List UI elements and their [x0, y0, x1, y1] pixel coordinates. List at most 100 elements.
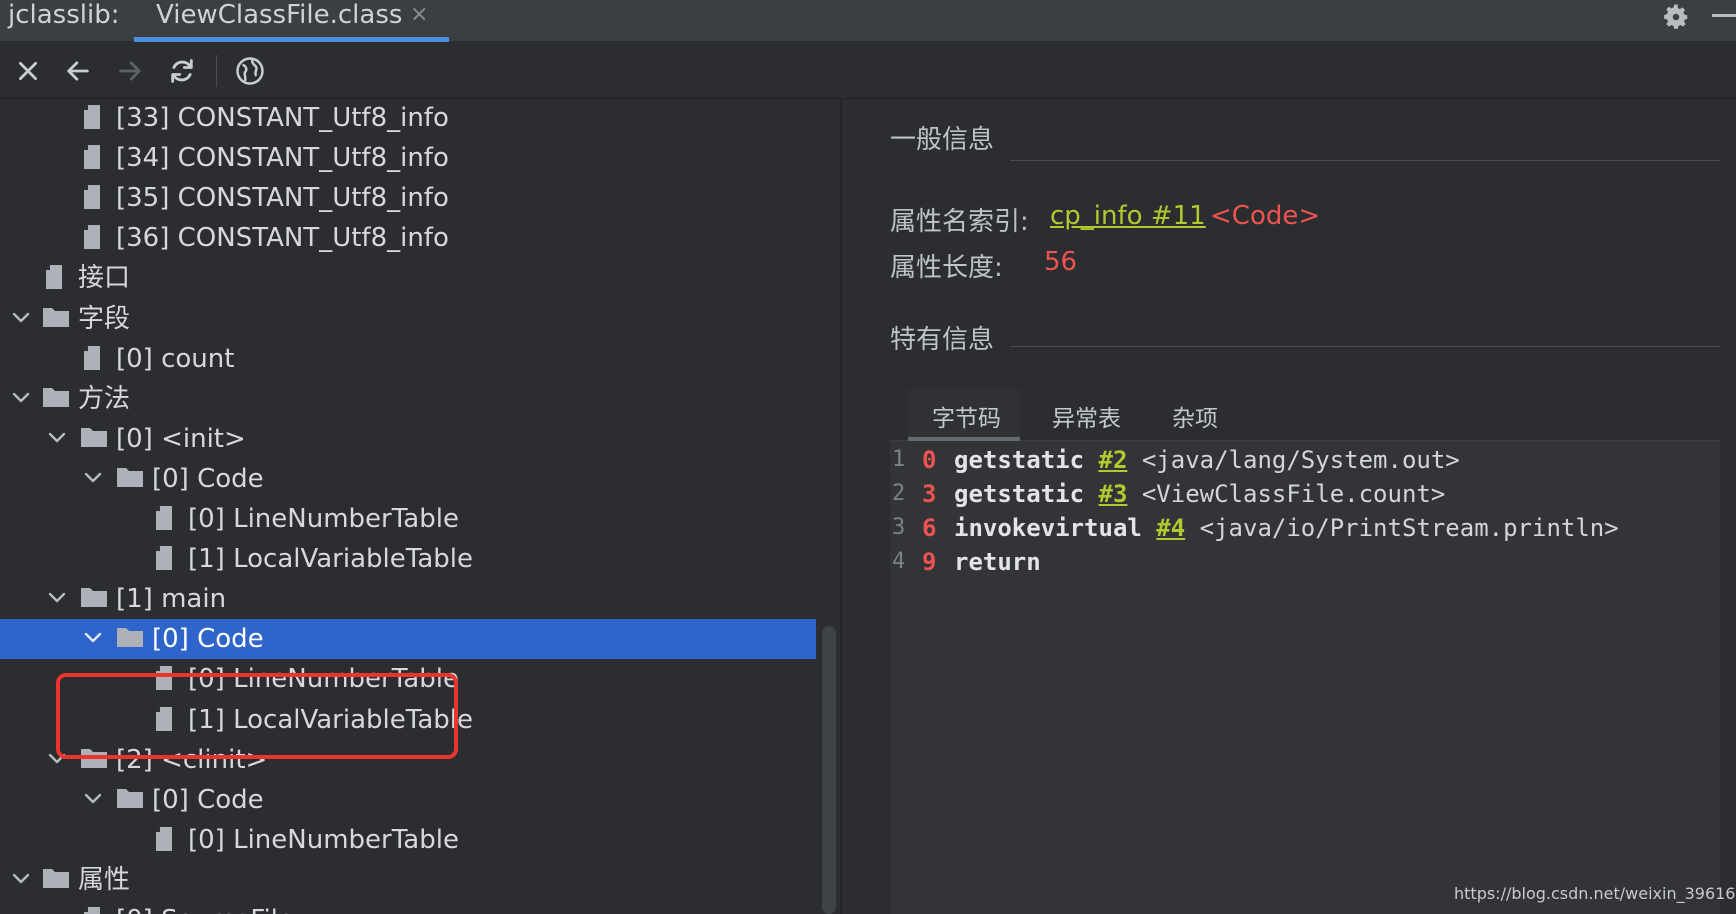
chevron-down-icon[interactable] [82, 627, 104, 649]
close-button[interactable] [10, 53, 46, 89]
tree-row[interactable]: [0] <init> [0, 419, 816, 459]
close-icon [19, 62, 37, 80]
minimize-icon[interactable] [1712, 14, 1736, 17]
attr-length-value: 56 [1044, 247, 1078, 277]
line-number: 2 [892, 481, 906, 506]
constant-pool-ref-link[interactable]: #2 [1099, 446, 1128, 474]
tree-item-label: [36] CONSTANT_Utf8_info [116, 223, 449, 254]
tree-row-selected[interactable]: [0] Code [0, 619, 816, 660]
folder-icon [116, 786, 144, 812]
tree-row[interactable]: [0] count [0, 339, 816, 379]
bytecode-instruction: getstatic #3 <ViewClassFile.count> [954, 477, 1445, 511]
folder-icon [116, 465, 144, 491]
tab-active-indicator [134, 37, 449, 42]
opcode: return [954, 548, 1041, 576]
chevron-down-icon[interactable] [82, 467, 104, 489]
tree-row[interactable]: [36] CONSTANT_Utf8_info [0, 218, 816, 258]
tab-bytecode[interactable]: 字节码 [932, 399, 1001, 433]
arrow-left-icon [67, 61, 89, 81]
constant-pool-ref-link[interactable]: #4 [1156, 514, 1185, 542]
arrow-right-icon [119, 61, 141, 81]
opcode: getstatic [954, 446, 1085, 474]
tree-row[interactable]: [0] LineNumberTable [0, 820, 816, 860]
bytecode-offset: 3 [922, 480, 937, 508]
tree-row[interactable]: 字段 [0, 299, 816, 339]
tab-viewclassfile[interactable]: ViewClassFile.class × [134, 0, 449, 42]
chevron-down-icon[interactable] [46, 587, 68, 609]
constant-pool-ref-link[interactable]: #3 [1099, 480, 1128, 508]
chevron-down-icon[interactable] [10, 868, 32, 890]
specific-info-title: 特有信息 [890, 325, 995, 355]
gear-icon[interactable] [1661, 2, 1691, 32]
file-icon [80, 345, 108, 371]
tree-row[interactable]: [1] main [0, 579, 816, 619]
bytecode-line: 4 9 return [890, 545, 1720, 579]
tree-item-label: 接口 [78, 263, 131, 294]
file-icon [42, 264, 70, 290]
attr-name-index-link[interactable]: cp_info #11 [1050, 201, 1206, 231]
tree-row[interactable]: [0] SourceFile [0, 900, 816, 914]
back-button[interactable] [60, 53, 96, 89]
file-icon [80, 104, 108, 130]
highlight-annotation-box [56, 673, 458, 759]
globe-icon [236, 57, 264, 85]
tree-item-label: [0] Code [152, 463, 264, 494]
tree-item-label: [33] CONSTANT_Utf8_info [116, 103, 449, 133]
tab-misc[interactable]: 杂项 [1172, 399, 1218, 433]
tree-item-label: [1] LocalVariableTable [188, 544, 473, 575]
refresh-button[interactable] [164, 53, 200, 89]
tree-row[interactable]: 方法 [0, 379, 816, 419]
folder-icon [42, 305, 70, 331]
tree-row[interactable]: 属性 [0, 860, 816, 900]
tree-item-label: [0] SourceFile [116, 900, 294, 914]
watermark: https://blog.csdn.net/weixin_39616159 [1454, 884, 1736, 903]
tree-scrollbar[interactable] [822, 626, 836, 914]
file-icon [152, 826, 180, 852]
tree-item-label: [0] LineNumberTable [188, 824, 459, 855]
bytecode-offset: 9 [922, 548, 937, 576]
tab-exception-table[interactable]: 异常表 [1052, 399, 1121, 433]
tree-row[interactable]: [35] CONSTANT_Utf8_info [0, 178, 816, 218]
folder-icon [80, 585, 108, 611]
chevron-down-icon[interactable] [10, 307, 32, 329]
tree-row[interactable]: [33] CONSTANT_Utf8_info [0, 99, 816, 138]
tree-item-label: [35] CONSTANT_Utf8_info [116, 183, 449, 214]
tree-row[interactable]: [1] LocalVariableTable [0, 539, 816, 579]
refresh-icon [171, 59, 193, 83]
bytecode-line: 1 0 getstatic #2 <java/lang/System.out> [890, 443, 1720, 477]
attr-length-label: 属性长度: [890, 253, 1003, 283]
tree-row[interactable]: [0] Code [0, 780, 816, 820]
tree-item-label: 字段 [78, 303, 131, 334]
tree-row[interactable]: [0] LineNumberTable [0, 499, 816, 539]
tree-item-label: [0] LineNumberTable [188, 504, 459, 534]
tab-bar: jclasslib: ViewClassFile.class × [0, 0, 1736, 42]
attr-name-index-label: 属性名索引: [890, 207, 1029, 237]
tab-close-icon[interactable]: × [410, 2, 428, 28]
chevron-down-icon[interactable] [82, 788, 104, 810]
file-icon [152, 545, 180, 571]
forward-button[interactable] [112, 53, 148, 89]
browser-button[interactable] [232, 53, 268, 89]
general-info-title: 一般信息 [890, 125, 995, 155]
bytecode-instruction: return [954, 545, 1041, 579]
chevron-down-icon[interactable] [46, 427, 68, 449]
operand-comment: <java/lang/System.out> [1141, 446, 1460, 474]
toolbar-separator [216, 55, 217, 87]
specific-info-divider [1010, 346, 1720, 347]
tab-label: ViewClassFile.class [156, 0, 403, 30]
tree-item-label: [0] <init> [116, 423, 246, 454]
tree-row[interactable]: [0] Code [0, 459, 816, 499]
folder-icon [80, 425, 108, 451]
chevron-down-icon[interactable] [10, 387, 32, 409]
line-number: 3 [892, 515, 906, 540]
tool-window-title: jclasslib: [8, 0, 120, 30]
bytecode-view[interactable]: 1 0 getstatic #2 <java/lang/System.out> 2 3 g… [890, 441, 1720, 914]
bytecode-offset: 6 [922, 514, 937, 542]
tree-row[interactable]: 接口 [0, 258, 816, 298]
tree-item-label: 方法 [78, 383, 131, 414]
opcode: getstatic [954, 480, 1085, 508]
tree-row[interactable]: [34] CONSTANT_Utf8_info [0, 138, 816, 178]
class-structure-tree: [33] CONSTANT_Utf8_info [34] CONSTANT_Utf… [0, 99, 816, 914]
folder-icon [116, 625, 144, 651]
file-icon [80, 224, 108, 250]
